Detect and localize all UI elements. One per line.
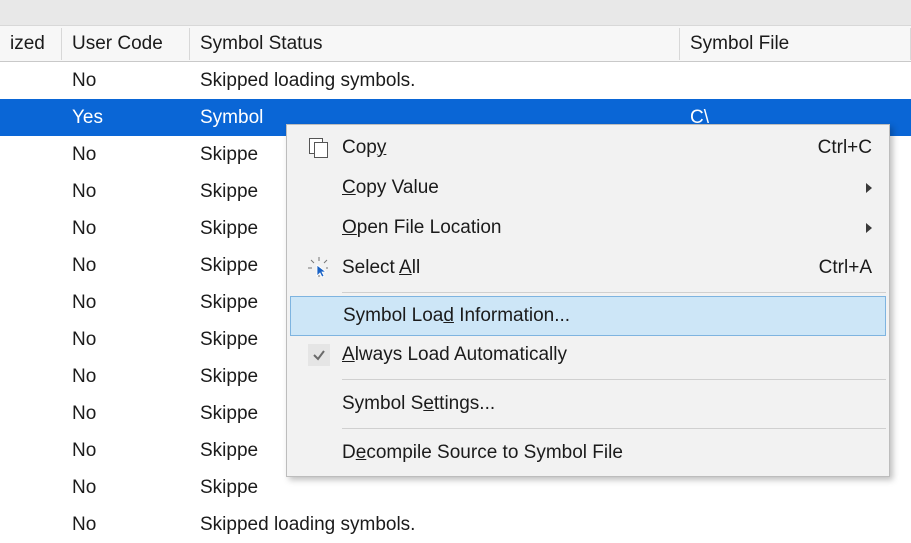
cell-optimized xyxy=(0,447,62,455)
cell-user-code: No xyxy=(62,510,190,540)
cell-user-code: Yes xyxy=(62,103,190,133)
menu-separator xyxy=(342,292,886,293)
cell-user-code: No xyxy=(62,251,190,281)
cell-symbol-file xyxy=(680,484,911,492)
cell-symbol-status: Skipped loading symbols. xyxy=(190,66,680,96)
cell-symbol-file xyxy=(680,77,911,85)
menu-copy-value-label: Copy Value xyxy=(342,177,858,199)
menu-symbol-load-information-label: Symbol Load Information... xyxy=(343,305,871,327)
cell-optimized xyxy=(0,262,62,270)
menu-copy-value[interactable]: Copy Value xyxy=(290,168,886,208)
table-row[interactable]: NoSkipped loading symbols. xyxy=(0,506,911,543)
cell-optimized xyxy=(0,225,62,233)
cell-user-code: No xyxy=(62,473,190,503)
col-header-optimized[interactable]: ized xyxy=(0,28,62,60)
cell-symbol-status: Skippe xyxy=(190,473,680,503)
window-toolbar-strip xyxy=(0,0,911,26)
cell-optimized xyxy=(0,373,62,381)
col-header-symbol-status[interactable]: Symbol Status xyxy=(190,28,680,60)
cell-optimized xyxy=(0,77,62,85)
cell-optimized xyxy=(0,299,62,307)
cell-symbol-file xyxy=(680,521,911,529)
cell-optimized xyxy=(0,114,62,122)
menu-decompile-source[interactable]: Decompile Source to Symbol File xyxy=(290,433,886,473)
chevron-right-icon xyxy=(866,183,872,193)
context-menu: Copy Ctrl+C Copy Value Open File Locatio… xyxy=(286,124,890,477)
cell-optimized xyxy=(0,188,62,196)
table-row[interactable]: NoSkipped loading symbols. xyxy=(0,62,911,99)
copy-icon xyxy=(296,138,342,158)
cell-optimized xyxy=(0,410,62,418)
menu-always-load-label: Always Load Automatically xyxy=(342,344,872,366)
cell-optimized xyxy=(0,484,62,492)
menu-symbol-settings[interactable]: Symbol Settings... xyxy=(290,384,886,424)
menu-separator xyxy=(342,428,886,429)
cell-user-code: No xyxy=(62,288,190,318)
menu-always-load-automatically[interactable]: Always Load Automatically xyxy=(290,335,886,375)
menu-copy-shortcut: Ctrl+C xyxy=(818,137,872,159)
menu-open-file-location-label: Open File Location xyxy=(342,217,858,239)
menu-select-all[interactable]: Select All Ctrl+A xyxy=(290,248,886,288)
cell-user-code: No xyxy=(62,66,190,96)
cell-optimized xyxy=(0,336,62,344)
menu-select-all-shortcut: Ctrl+A xyxy=(819,257,872,279)
cell-user-code: No xyxy=(62,399,190,429)
col-header-user-code[interactable]: User Code xyxy=(62,28,190,60)
menu-symbol-load-information[interactable]: Symbol Load Information... xyxy=(290,296,886,336)
cell-user-code: No xyxy=(62,214,190,244)
menu-separator xyxy=(342,379,886,380)
menu-symbol-settings-label: Symbol Settings... xyxy=(342,393,872,415)
cell-user-code: No xyxy=(62,436,190,466)
cell-optimized xyxy=(0,151,62,159)
check-icon xyxy=(296,344,342,366)
menu-copy[interactable]: Copy Ctrl+C xyxy=(290,128,886,168)
col-header-symbol-file[interactable]: Symbol File xyxy=(680,28,911,60)
cell-symbol-status: Skipped loading symbols. xyxy=(190,510,680,540)
menu-select-all-label: Select All xyxy=(342,257,819,279)
table-header: ized User Code Symbol Status Symbol File xyxy=(0,26,911,62)
menu-copy-label: Copy xyxy=(342,137,818,159)
cursor-icon xyxy=(296,257,342,279)
cell-optimized xyxy=(0,521,62,529)
chevron-right-icon xyxy=(866,223,872,233)
cell-user-code: No xyxy=(62,177,190,207)
menu-open-file-location[interactable]: Open File Location xyxy=(290,208,886,248)
cell-user-code: No xyxy=(62,140,190,170)
menu-decompile-label: Decompile Source to Symbol File xyxy=(342,442,872,464)
cell-user-code: No xyxy=(62,362,190,392)
cell-user-code: No xyxy=(62,325,190,355)
